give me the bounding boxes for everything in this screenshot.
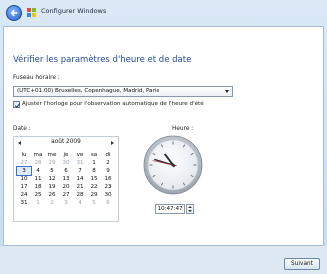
calendar-day[interactable]: 28 <box>73 191 87 199</box>
next-month-icon[interactable] <box>111 141 114 145</box>
calendar-day[interactable]: 3 <box>59 199 73 207</box>
calendar-day[interactable]: 31 <box>17 199 31 207</box>
calendar-day[interactable]: 29 <box>45 159 59 167</box>
weekday-label: ve <box>76 152 84 158</box>
back-button[interactable] <box>6 5 22 21</box>
check-icon <box>14 103 21 109</box>
calendar-day[interactable]: 21 <box>73 183 87 191</box>
calendar-day[interactable]: 27 <box>17 159 31 167</box>
calendar-week: 24 25 26 27 28 29 30 <box>17 191 115 199</box>
timezone-label: Fuseau horaire : <box>13 75 60 81</box>
calendar-day[interactable]: 19 <box>45 183 59 191</box>
calendar-day[interactable]: 16 <box>101 175 115 183</box>
calendar-day[interactable]: 29 <box>87 191 101 199</box>
timezone-value: (UTC+01:00) Bruxelles, Copenhague, Madri… <box>17 88 160 94</box>
calendar-day[interactable]: 24 <box>17 191 31 199</box>
calendar-day[interactable]: 30 <box>101 191 115 199</box>
calendar-day[interactable]: 26 <box>45 191 59 199</box>
windows-setup-icon <box>27 8 36 17</box>
calendar-day[interactable]: 31 <box>73 159 87 167</box>
dst-checkbox[interactable] <box>13 101 21 109</box>
date-label: Date : <box>13 126 31 132</box>
calendar-day[interactable]: 6 <box>101 199 115 207</box>
calendar-day[interactable]: 15 <box>87 175 101 183</box>
calendar-day[interactable]: 4 <box>73 199 87 207</box>
calendar-day[interactable]: 5 <box>87 199 101 207</box>
calendar-grid: lu ma me je ve sa di 27 28 29 30 31 1 2 3 4 5 6 7 8 9 10 11 12 1… <box>16 151 115 207</box>
calendar-day[interactable]: 27 <box>59 191 73 199</box>
calendar-day[interactable]: 4 <box>31 167 45 175</box>
decrement-icon[interactable] <box>188 210 192 212</box>
calendar-day[interactable]: 10 <box>17 175 31 183</box>
title-bar: Configurer Windows <box>0 0 327 26</box>
weekday-label: di <box>105 152 111 158</box>
weekday-label: lu <box>21 152 27 158</box>
calendar-day[interactable]: 7 <box>73 167 87 175</box>
calendar-week: 27 28 29 30 31 1 2 <box>17 159 115 167</box>
calendar-day[interactable]: 18 <box>31 183 45 191</box>
calendar-day[interactable]: 5 <box>45 167 59 175</box>
time-field[interactable]: 10:47:47 <box>155 204 185 214</box>
calendar-day[interactable]: 20 <box>59 183 73 191</box>
weekday-label: ma <box>33 152 43 158</box>
calendar-day[interactable]: 13 <box>59 175 73 183</box>
calendar-week: 3456789 <box>16 166 115 176</box>
calendar-day[interactable]: 6 <box>59 167 73 175</box>
dst-label: Ajuster l'horloge pour l'observation aut… <box>22 101 204 107</box>
time-label: Heure : <box>172 126 194 132</box>
calendar-day[interactable]: 14 <box>73 175 87 183</box>
weekday-label: me <box>47 152 57 158</box>
calendar-month[interactable]: août 2009 <box>14 139 118 145</box>
calendar: août 2009 lu ma me je ve sa di 27 28 29 30 31 1 2 3 4 5 6… <box>13 136 119 222</box>
analog-clock <box>143 135 203 195</box>
calendar-day[interactable]: 30 <box>59 159 73 167</box>
calendar-week: 17 18 19 20 21 22 23 <box>17 183 115 191</box>
increment-icon[interactable] <box>188 206 192 208</box>
calendar-day[interactable]: 1 <box>87 159 101 167</box>
setup-window: Configurer Windows Vérifier les paramètr… <box>0 0 327 274</box>
calendar-day[interactable]: 17 <box>17 183 31 191</box>
calendar-day[interactable]: 3 <box>16 166 32 176</box>
weekday-label: sa <box>90 152 98 158</box>
calendar-day[interactable]: 12 <box>45 175 59 183</box>
window-title: Configurer Windows <box>41 7 107 15</box>
calendar-day[interactable]: 11 <box>31 175 45 183</box>
timezone-dropdown[interactable]: (UTC+01:00) Bruxelles, Copenhague, Madri… <box>13 86 233 97</box>
chevron-down-icon <box>225 90 229 93</box>
next-button[interactable]: Suivant <box>284 258 320 270</box>
calendar-day[interactable]: 2 <box>45 199 59 207</box>
page-title: Vérifier les paramètres d'heure et de da… <box>13 55 192 65</box>
time-stepper[interactable] <box>186 204 194 214</box>
calendar-day[interactable]: 2 <box>101 159 115 167</box>
footer-bar <box>0 246 327 274</box>
weekday-label: je <box>63 152 69 158</box>
calendar-day[interactable]: 9 <box>101 167 115 175</box>
calendar-day[interactable]: 22 <box>87 183 101 191</box>
back-arrow-icon <box>10 9 18 17</box>
calendar-day[interactable]: 25 <box>31 191 45 199</box>
calendar-day[interactable]: 23 <box>101 183 115 191</box>
calendar-day[interactable]: 28 <box>31 159 45 167</box>
calendar-day[interactable]: 1 <box>31 199 45 207</box>
calendar-day[interactable]: 8 <box>87 167 101 175</box>
calendar-week: 31 1 2 3 4 5 6 <box>17 199 115 207</box>
calendar-week: 10 11 12 13 14 15 16 <box>17 175 115 183</box>
weekday-header: lu ma me je ve sa di <box>17 151 115 159</box>
